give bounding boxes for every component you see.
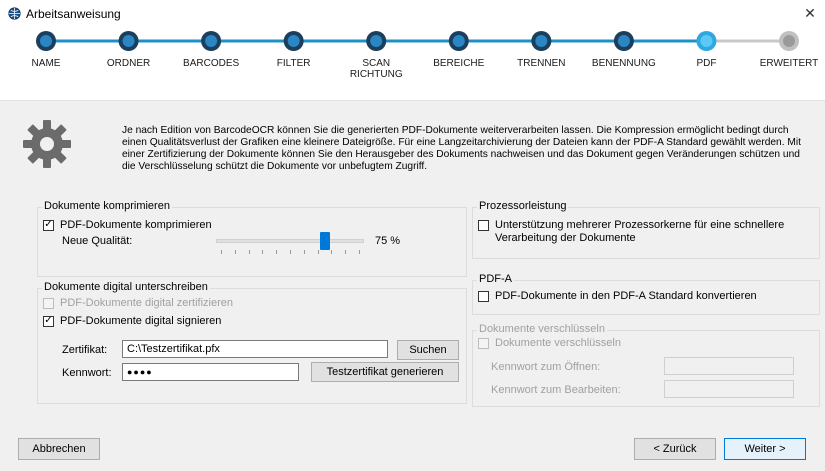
certify-checkbox-row[interactable]: PDF-Dokumente digital zertifizieren (43, 297, 233, 309)
certificate-label: Zertifikat: (62, 344, 108, 356)
wizard-steps: NAME ORDNER BARCODES FILTER SCAN RICHTUNG BER… (0, 28, 825, 100)
app-globe-icon (8, 7, 21, 20)
compress-group-title: Dokumente komprimieren (42, 200, 172, 212)
compress-checkbox[interactable]: ✓ (43, 219, 54, 231)
processor-checkbox-label: Unterstützung mehrerer Prozessorkerne fü… (495, 219, 785, 244)
slider-tick (262, 250, 264, 254)
quality-label: Neue Qualität: (62, 235, 133, 247)
next-button[interactable]: Weiter > (724, 438, 806, 460)
processor-group-title: Prozessorleistung (477, 200, 569, 212)
sign-checkbox-label: PDF-Dokumente digital signieren (60, 315, 222, 327)
sign-group-title: Dokumente digital unterschreiben (42, 281, 210, 293)
sign-checkbox[interactable]: ✓ (43, 315, 54, 327)
compress-checkbox-row[interactable]: ✓ PDF-Dokumente komprimieren (43, 219, 212, 231)
wizard-track (36, 31, 799, 51)
slider-tick (290, 250, 291, 254)
generate-certificate-button[interactable]: Testzertifikat generieren (311, 362, 459, 382)
quality-slider-thumb[interactable] (319, 232, 330, 250)
wizard-step-6-dot-inner (535, 35, 548, 47)
quality-slider[interactable] (216, 230, 364, 260)
encrypt-checkbox-row[interactable]: Dokumente verschlüsseln (478, 337, 621, 349)
wizard-step-4-dot-inner (370, 35, 383, 47)
pdfa-checkbox[interactable] (478, 290, 489, 302)
wizard-step-7-dot-inner (617, 35, 630, 47)
wizard-step-label[interactable]: ORDNER (89, 58, 169, 69)
encrypt-group-title: Dokumente verschlüsseln (477, 323, 607, 335)
slider-tick (276, 250, 278, 254)
encrypt-checkbox-label: Dokumente verschlüsseln (495, 337, 621, 349)
edit-password-input[interactable] (664, 380, 794, 398)
slider-tick (345, 250, 347, 254)
window-title: Arbeitsanweisung (26, 7, 121, 21)
certify-checkbox-label: PDF-Dokumente digital zertifizieren (60, 297, 234, 309)
wizard-step-label[interactable]: SCAN RICHTUNG (336, 58, 416, 80)
wizard-step-label[interactable]: TRENNEN (501, 58, 581, 69)
pdfa-group-title: PDF-A (477, 273, 514, 285)
certificate-input[interactable]: C:\Testzertifikat.pfx (122, 340, 388, 358)
edit-password-label: Kennwort zum Bearbeiten: (491, 384, 621, 396)
password-label: Kennwort: (62, 367, 112, 379)
wizard-step-label[interactable]: BENENNUNG (584, 58, 664, 69)
sign-checkbox-row[interactable]: ✓ PDF-Dokumente digital signieren (43, 315, 221, 327)
pdfa-checkbox-row[interactable]: PDF-Dokumente in den PDF-A Standard konv… (478, 290, 757, 302)
pdfa-checkbox-label: PDF-Dokumente in den PDF-A Standard konv… (495, 290, 757, 302)
compress-checkbox-label: PDF-Dokumente komprimieren (60, 219, 212, 231)
main-area: Je nach Edition von BarcodeOCR können Si… (0, 100, 825, 471)
search-certificate-button[interactable]: Suchen (397, 340, 459, 360)
wizard-step-label[interactable]: ERWEITERT (749, 58, 825, 69)
wizard-step-3-dot-inner (287, 35, 300, 47)
wizard-step-label[interactable]: FILTER (254, 58, 334, 69)
cancel-button[interactable]: Abbrechen (18, 438, 100, 460)
quality-value: 75 % (375, 235, 401, 247)
wizard-step-2-dot-inner (205, 35, 218, 47)
slider-tick (303, 250, 305, 254)
processor-checkbox-row[interactable]: Unterstützung mehrerer Prozessorkerne fü… (478, 219, 784, 245)
wizard-step-8-dot-inner (700, 35, 713, 47)
back-button[interactable]: < Zurück (634, 438, 716, 460)
title-bar: Arbeitsanweisung ✕ (0, 0, 825, 28)
slider-tick (221, 250, 222, 254)
wizard-step-0-dot-inner (40, 35, 52, 47)
wizard-step-label[interactable]: NAME (6, 58, 86, 69)
slider-tick (331, 250, 333, 254)
certify-checkbox[interactable] (43, 297, 54, 309)
open-password-input[interactable] (664, 357, 794, 375)
password-input[interactable]: ●●●● (122, 363, 299, 381)
wizard-step-1-dot-inner (122, 35, 135, 47)
wizard-step-label[interactable]: BEREICHE (419, 58, 499, 69)
processor-checkbox[interactable] (478, 220, 489, 231)
wizard-step-label[interactable]: BARCODES (171, 58, 251, 69)
wizard-step-label[interactable]: PDF (666, 58, 746, 69)
slider-tick (317, 250, 319, 254)
close-button[interactable]: ✕ (795, 0, 825, 28)
slider-tick (359, 250, 360, 254)
slider-tick (234, 250, 236, 254)
gear-icon (23, 120, 71, 168)
wizard-step-9-dot-inner (783, 35, 795, 47)
encrypt-checkbox[interactable] (478, 337, 489, 349)
wizard-step-5-dot-inner (452, 35, 465, 47)
open-password-label: Kennwort zum Öffnen: (491, 361, 601, 373)
quality-slider-track (216, 239, 364, 243)
slider-tick (248, 250, 250, 254)
intro-text: Je nach Edition von BarcodeOCR können Si… (122, 125, 801, 172)
